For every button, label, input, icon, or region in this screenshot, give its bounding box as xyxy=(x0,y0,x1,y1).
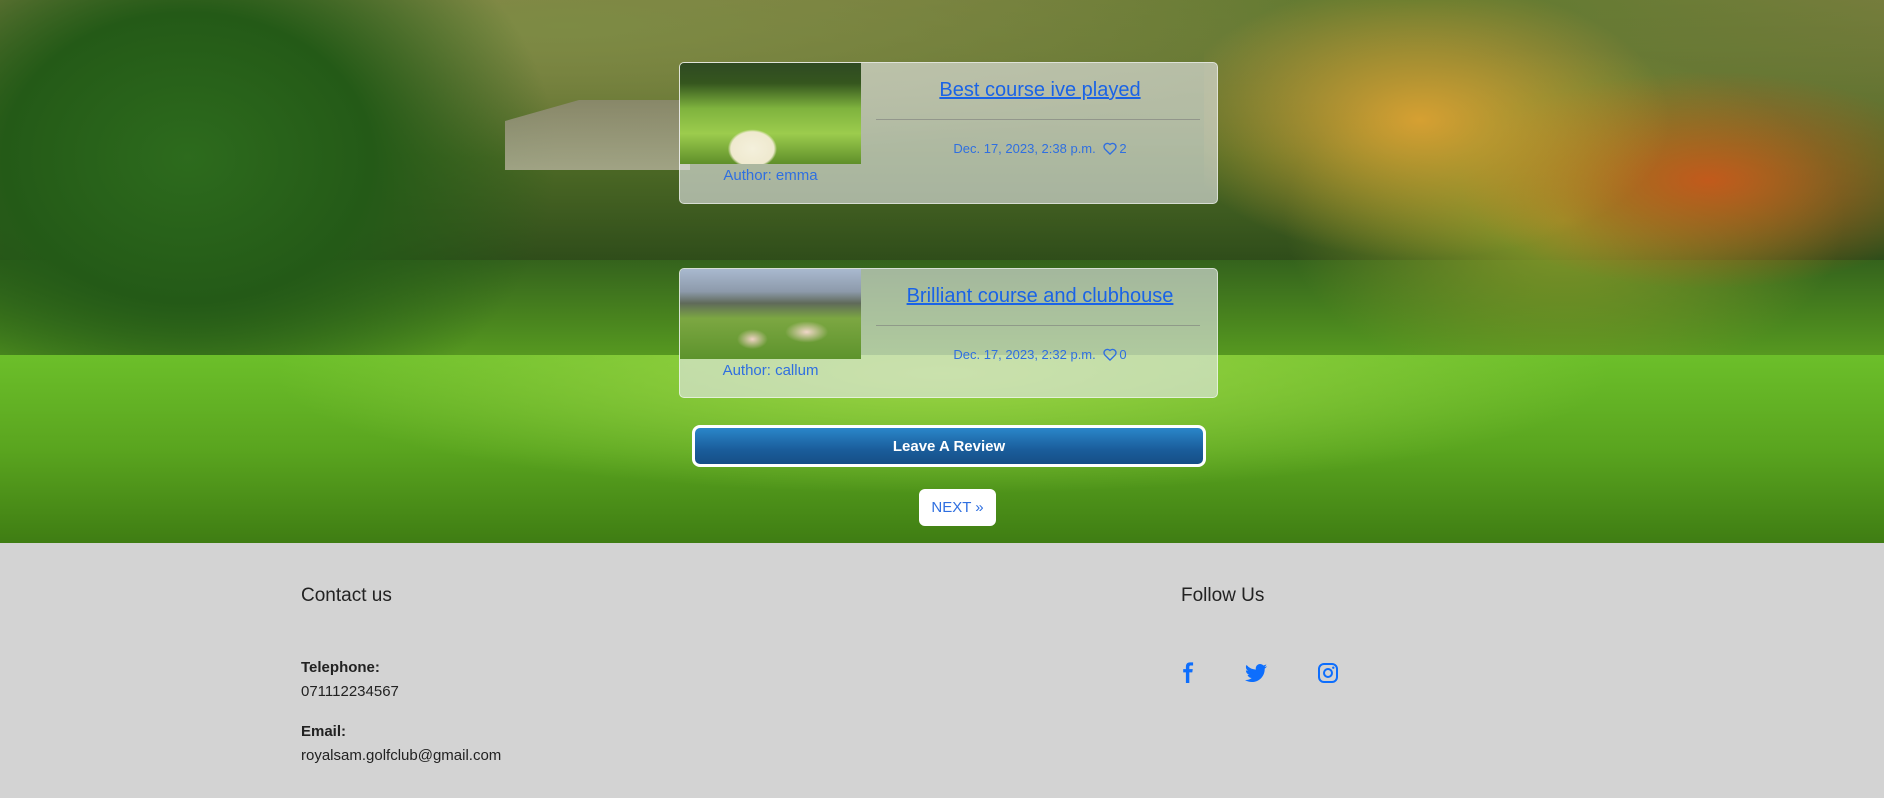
twitter-icon[interactable] xyxy=(1244,661,1268,685)
like-count: 2 xyxy=(1119,141,1127,156)
divider xyxy=(876,119,1200,120)
review-author: Author: callum xyxy=(722,362,819,379)
heart-icon xyxy=(1103,348,1117,361)
heart-icon xyxy=(1103,142,1117,155)
email-value: royalsam.golfclub@gmail.com xyxy=(301,747,502,764)
background-trees-right xyxy=(1204,0,1884,400)
next-page-button[interactable]: NEXT » xyxy=(919,489,996,526)
instagram-icon[interactable] xyxy=(1316,661,1340,685)
telephone-value: 071112234567 xyxy=(301,683,399,700)
divider xyxy=(876,325,1200,326)
review-title-link[interactable]: Brilliant course and clubhouse xyxy=(875,285,1205,308)
facebook-icon[interactable] xyxy=(1176,661,1200,685)
review-author: Author: emma xyxy=(723,167,818,184)
leave-review-button[interactable]: Leave A Review xyxy=(692,425,1206,467)
review-date: Dec. 17, 2023, 2:32 p.m. xyxy=(953,347,1096,362)
review-thumbnail[interactable] xyxy=(680,63,861,164)
footer: Contact us Telephone: 071112234567 Email… xyxy=(0,543,1884,798)
review-meta: Dec. 17, 2023, 2:32 p.m. 0 xyxy=(875,347,1205,362)
email-label: Email: xyxy=(301,723,347,740)
review-thumbnail[interactable] xyxy=(680,269,861,359)
like-count: 0 xyxy=(1119,347,1127,362)
review-title-link[interactable]: Best course ive played xyxy=(875,79,1205,102)
telephone-label: Telephone: xyxy=(301,659,380,676)
contact-heading: Contact us xyxy=(301,585,392,606)
review-meta: Dec. 17, 2023, 2:38 p.m. 2 xyxy=(875,141,1205,156)
review-card: Author: emma Best course ive played Dec.… xyxy=(679,62,1218,204)
hero-background: Author: emma Best course ive played Dec.… xyxy=(0,0,1884,543)
review-card: Author: callum Brilliant course and club… xyxy=(679,268,1218,398)
review-date: Dec. 17, 2023, 2:38 p.m. xyxy=(953,141,1096,156)
follow-heading: Follow Us xyxy=(1181,585,1265,606)
